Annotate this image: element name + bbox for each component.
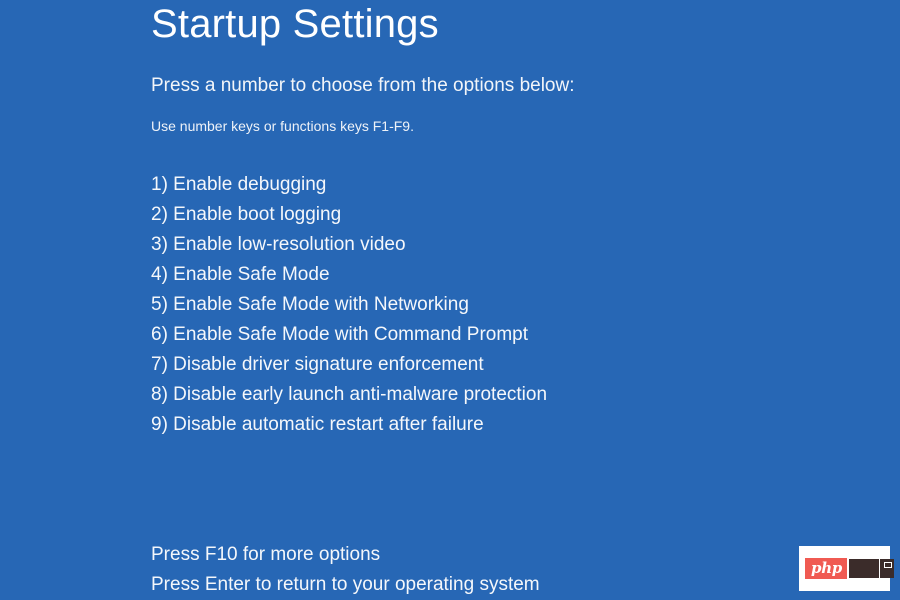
option-item[interactable]: 6) Enable Safe Mode with Command Prompt — [151, 320, 547, 350]
option-item[interactable]: 9) Disable automatic restart after failu… — [151, 410, 547, 440]
option-item[interactable]: 4) Enable Safe Mode — [151, 260, 547, 290]
more-options-hint[interactable]: Press F10 for more options — [151, 540, 540, 570]
content-area: Startup Settings Press a number to choos… — [151, 0, 851, 595]
wordmark-block-icon — [848, 559, 879, 578]
wordmark-glyph-icon — [879, 559, 894, 578]
instruction-subtitle: Press a number to choose from the option… — [151, 75, 575, 96]
option-item[interactable]: 5) Enable Safe Mode with Networking — [151, 290, 547, 320]
php-watermark-badge: php — [799, 546, 894, 591]
option-item[interactable]: 7) Disable driver signature enforcement — [151, 350, 547, 380]
key-hint-text: Use number keys or functions keys F1-F9. — [151, 118, 414, 134]
watermark-wordmark-icon — [848, 559, 894, 578]
page-title: Startup Settings — [151, 2, 439, 46]
return-to-os-hint[interactable]: Press Enter to return to your operating … — [151, 570, 540, 600]
option-item[interactable]: 2) Enable boot logging — [151, 200, 547, 230]
startup-options-list: 1) Enable debugging 2) Enable boot loggi… — [151, 170, 547, 440]
startup-settings-screen: Startup Settings Press a number to choos… — [0, 0, 900, 600]
option-item[interactable]: 8) Disable early launch anti-malware pro… — [151, 380, 547, 410]
footer-actions: Press F10 for more options Press Enter t… — [151, 540, 540, 600]
php-logo-text: php — [805, 558, 847, 579]
option-item[interactable]: 1) Enable debugging — [151, 170, 547, 200]
option-item[interactable]: 3) Enable low-resolution video — [151, 230, 547, 260]
